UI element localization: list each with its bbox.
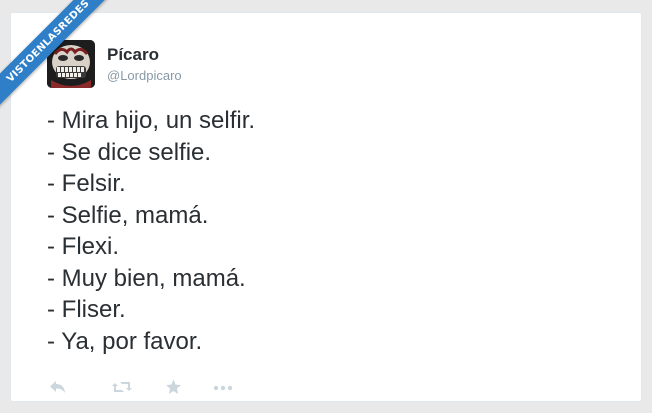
tweet-line: - Fliser. — [47, 296, 126, 323]
reply-icon — [50, 381, 65, 393]
retweet-button[interactable] — [111, 379, 133, 397]
tweet-text: - Mira hijo, un selfir. - Se dice selfie… — [47, 105, 255, 357]
tweet-line: - Muy bien, mamá. — [47, 264, 246, 292]
tweet-line: - Ya, por favor. — [47, 327, 203, 355]
tweet-line: - Selfie, mamá. — [47, 201, 209, 229]
more-options-button[interactable] — [213, 379, 233, 397]
tweet-line: - Se dice selfie. — [47, 138, 212, 166]
tweet-line: - Mira hijo, un selfir. — [47, 107, 256, 134]
skull-grin-icon — [47, 40, 95, 88]
reply-button[interactable] — [49, 379, 67, 397]
tweet-line: - Felsir. — [47, 170, 126, 197]
tweet-line: - Flexi. — [47, 233, 119, 260]
author-display-name[interactable]: Pícaro — [107, 45, 159, 65]
more-options-icon — [213, 385, 233, 391]
retweet-icon — [112, 382, 132, 392]
favorite-star-icon — [166, 379, 181, 394]
favorite-button[interactable] — [165, 379, 182, 397]
author-avatar[interactable] — [47, 40, 95, 88]
tweet-card: Pícaro @Lordpicaro - Mira hijo, un selfi… — [10, 12, 642, 402]
author-handle[interactable]: @Lordpicaro — [107, 68, 182, 84]
